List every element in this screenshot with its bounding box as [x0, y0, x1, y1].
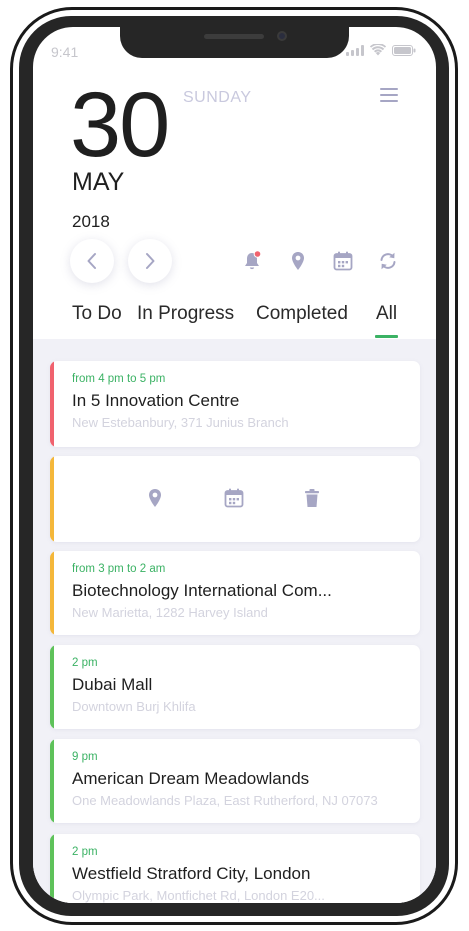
wifi-icon: [370, 44, 386, 56]
status-icons: [346, 44, 416, 56]
event-card[interactable]: 2 pm Westfield Stratford City, London Ol…: [50, 834, 420, 903]
event-time: 2 pm: [72, 846, 98, 858]
tab-all[interactable]: All: [376, 303, 397, 325]
event-address: Downtown Burj Khlifa: [72, 699, 196, 714]
event-address: One Meadowlands Plaza, East Rutherford, …: [72, 793, 378, 808]
previous-day-button[interactable]: [70, 239, 114, 283]
event-address: New Estebanbury, 371 Junius Branch: [72, 415, 289, 430]
event-card[interactable]: from 4 pm to 5 pm In 5 Innovation Centre…: [50, 361, 420, 447]
hamburger-menu-icon[interactable]: [380, 88, 398, 102]
date-day-number: 30: [70, 74, 170, 176]
event-time: from 4 pm to 5 pm: [72, 373, 166, 385]
status-tabs: To Do In Progress Completed All: [33, 297, 436, 339]
event-list: from 4 pm to 5 pm In 5 Innovation Centre…: [33, 339, 436, 903]
tab-in-progress[interactable]: In Progress: [137, 303, 234, 325]
trash-icon[interactable]: [301, 487, 323, 509]
event-time: from 3 pm to 2 am: [72, 563, 166, 575]
event-card[interactable]: from 3 pm to 2 am Biotechnology Internat…: [50, 551, 420, 635]
event-title: Westfield Stratford City, London: [72, 864, 311, 883]
event-status-bar: [50, 739, 54, 823]
battery-icon: [392, 45, 416, 56]
speaker-grille: [204, 34, 264, 39]
event-address: New Marietta, 1282 Harvey Island: [72, 605, 268, 620]
tab-completed[interactable]: Completed: [256, 303, 348, 325]
event-title: American Dream Meadowlands: [72, 769, 310, 788]
tab-to-do[interactable]: To Do: [72, 303, 122, 325]
app-screen: 9:41 30 SUNDAY MAY 2018 To Do In Progres…: [33, 27, 436, 903]
front-camera: [277, 31, 287, 41]
event-card-actions: [50, 456, 420, 542]
event-status-bar: [50, 551, 54, 635]
event-time: 2 pm: [72, 657, 98, 669]
event-title: Biotechnology International Com...: [72, 581, 332, 600]
date-month: MAY: [72, 168, 125, 196]
notification-bell-icon[interactable]: [241, 250, 263, 272]
event-address: Olympic Park, Montfichet Rd, London E20.…: [72, 888, 325, 903]
next-day-button[interactable]: [128, 239, 172, 283]
date-weekday: SUNDAY: [183, 89, 252, 106]
event-status-bar: [50, 645, 54, 729]
calendar-icon[interactable]: [223, 487, 245, 509]
event-status-bar: [50, 834, 54, 903]
chevron-right-icon: [146, 253, 155, 269]
location-pin-icon[interactable]: [287, 250, 309, 272]
event-status-bar: [50, 361, 54, 447]
event-card[interactable]: 2 pm Dubai Mall Downtown Burj Khlifa: [50, 645, 420, 729]
status-time: 9:41: [51, 44, 79, 60]
device-notch: [120, 27, 349, 58]
event-title: Dubai Mall: [72, 675, 153, 694]
location-pin-icon[interactable]: [144, 487, 166, 509]
event-status-bar: [50, 456, 54, 542]
calendar-icon[interactable]: [332, 250, 354, 272]
event-card[interactable]: 9 pm American Dream Meadowlands One Mead…: [50, 739, 420, 823]
date-year: 2018: [72, 212, 110, 231]
sync-icon[interactable]: [377, 250, 399, 272]
event-title: In 5 Innovation Centre: [72, 391, 240, 410]
active-tab-indicator: [375, 335, 398, 338]
chevron-left-icon: [87, 253, 96, 269]
signal-icon: [346, 45, 364, 56]
event-time: 9 pm: [72, 751, 98, 763]
